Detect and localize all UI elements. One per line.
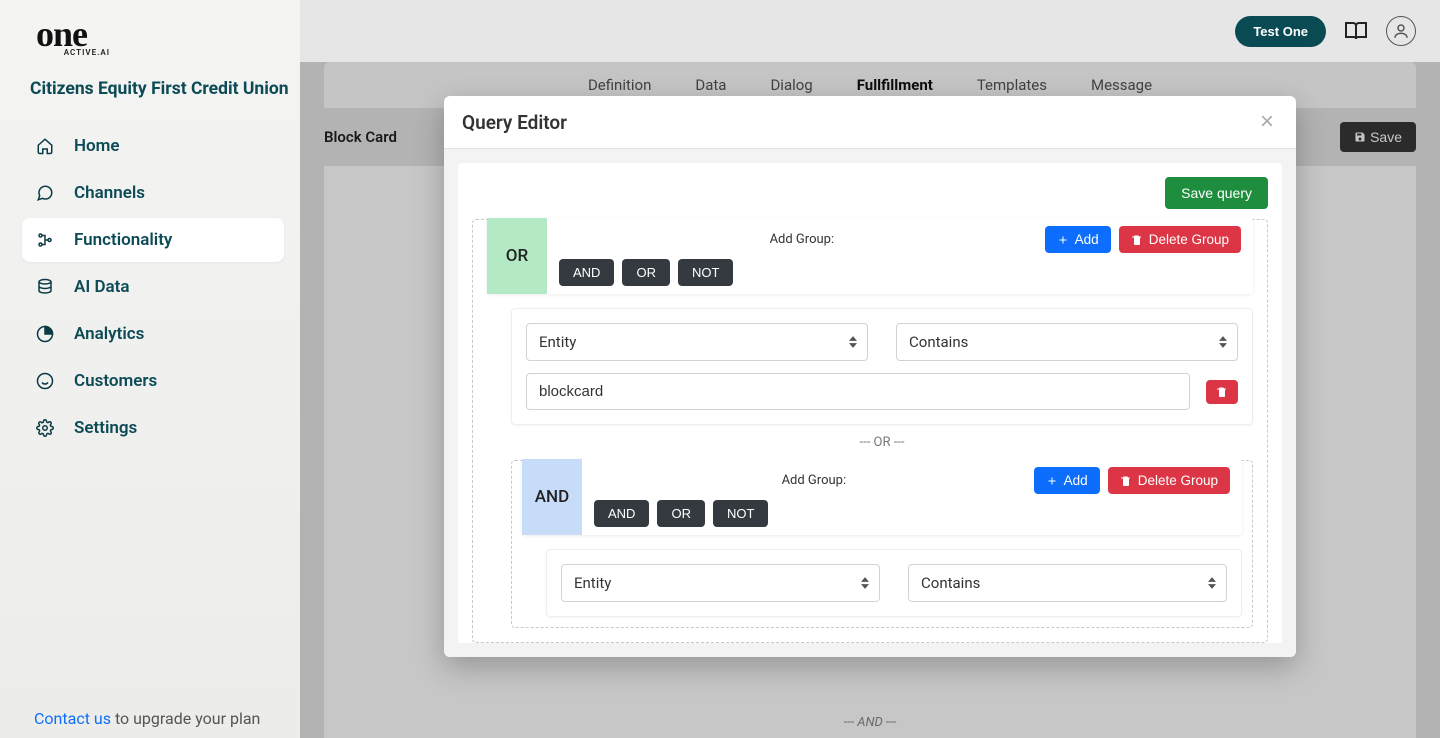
condition-block: Entity Contains <box>511 308 1253 425</box>
nav-analytics[interactable]: Analytics <box>22 312 284 356</box>
or-badge: OR <box>487 218 547 294</box>
operator-select-value: Contains <box>921 574 980 592</box>
sort-icon <box>849 336 857 349</box>
logo-sub: ACTIVE.AI <box>22 48 290 57</box>
avatar[interactable] <box>1386 16 1416 46</box>
sort-icon <box>861 577 869 590</box>
customers-icon <box>36 372 54 390</box>
channels-icon <box>36 184 54 202</box>
trash-icon <box>1216 386 1228 398</box>
operator-select[interactable]: Contains <box>908 564 1227 602</box>
nav-label: Analytics <box>74 324 144 344</box>
nav-settings[interactable]: Settings <box>22 406 284 450</box>
org-name: Citizens Equity First Credit Union <box>30 79 290 99</box>
add-group-label: Add Group: <box>559 232 1045 247</box>
save-query-button[interactable]: Save query <box>1165 177 1268 209</box>
delete-group-button[interactable]: Delete Group <box>1108 467 1230 494</box>
nav-label: Functionality <box>74 230 172 250</box>
close-icon: × <box>1260 108 1274 135</box>
or-separator: --- OR --- <box>511 425 1253 456</box>
nav-label: Customers <box>74 371 157 391</box>
nav: Home Channels Functionality AI Data <box>22 121 290 453</box>
nav-home[interactable]: Home <box>22 124 284 168</box>
logo: one <box>22 18 290 50</box>
and-badge: AND <box>522 459 582 535</box>
sort-icon <box>1219 336 1227 349</box>
functionality-icon <box>36 231 54 249</box>
delete-condition-button[interactable] <box>1206 380 1238 404</box>
book-icon[interactable] <box>1344 19 1368 43</box>
value-input[interactable] <box>526 373 1190 410</box>
plus-icon <box>1046 475 1058 487</box>
add-label: Add <box>1075 232 1099 247</box>
op-and-button[interactable]: AND <box>594 500 649 527</box>
op-or-button[interactable]: OR <box>622 259 670 286</box>
nav-functionality[interactable]: Functionality <box>22 218 284 262</box>
modal-header: Query Editor × <box>444 96 1296 149</box>
add-group-label: Add Group: <box>594 473 1034 488</box>
nav-ai-data[interactable]: AI Data <box>22 265 284 309</box>
field-select[interactable]: Entity <box>561 564 880 602</box>
op-and-button[interactable]: AND <box>559 259 614 286</box>
gear-icon <box>36 419 54 437</box>
nav-label: Home <box>74 136 120 156</box>
modal-close-button[interactable]: × <box>1256 110 1278 134</box>
field-select-value: Entity <box>574 574 611 592</box>
add-condition-button[interactable]: Add <box>1045 226 1111 253</box>
main: Test One Definition Data Dialog Fullfill… <box>300 0 1440 738</box>
add-label: Add <box>1064 473 1088 488</box>
add-condition-button[interactable]: Add <box>1034 467 1100 494</box>
delete-group-label: Delete Group <box>1149 232 1229 247</box>
delete-group-label: Delete Group <box>1138 473 1218 488</box>
operator-select-value: Contains <box>909 333 968 351</box>
delete-group-button[interactable]: Delete Group <box>1119 226 1241 253</box>
sidebar: one ACTIVE.AI Citizens Equity First Cred… <box>0 0 300 738</box>
nav-label: Channels <box>74 183 145 203</box>
modal-body: Save query OR Add Group: <box>444 149 1296 657</box>
group-header-and: AND Add Group: Add <box>522 459 1242 535</box>
home-icon <box>36 137 54 155</box>
test-one-button[interactable]: Test One <box>1235 16 1326 47</box>
nav-customers[interactable]: Customers <box>22 359 284 403</box>
query-canvas: Save query OR Add Group: <box>458 163 1282 643</box>
group-header-or: OR Add Group: Add <box>487 218 1253 294</box>
nav-label: AI Data <box>74 277 130 297</box>
op-or-button[interactable]: OR <box>657 500 705 527</box>
topbar: Test One <box>300 0 1440 62</box>
nav-label: Settings <box>74 418 137 438</box>
trash-icon <box>1120 475 1132 487</box>
modal-title: Query Editor <box>462 111 1256 134</box>
database-icon <box>36 278 54 296</box>
op-not-button[interactable]: NOT <box>678 259 733 286</box>
operator-select[interactable]: Contains <box>896 323 1238 361</box>
nav-channels[interactable]: Channels <box>22 171 284 215</box>
field-select-value: Entity <box>539 333 576 351</box>
query-editor-modal: Query Editor × Save query OR <box>444 96 1296 657</box>
condition-block: Entity Contains <box>546 549 1242 617</box>
upgrade-text: Contact us to upgrade your plan <box>22 699 290 728</box>
query-group-and: AND Add Group: Add <box>511 460 1253 628</box>
query-group-or: OR Add Group: Add <box>472 219 1268 643</box>
sort-icon <box>1208 577 1216 590</box>
trash-icon <box>1131 234 1143 246</box>
plus-icon <box>1057 234 1069 246</box>
upgrade-rest: to upgrade your plan <box>111 709 260 728</box>
analytics-icon <box>36 325 54 343</box>
contact-link[interactable]: Contact us <box>34 709 111 728</box>
field-select[interactable]: Entity <box>526 323 868 361</box>
op-not-button[interactable]: NOT <box>713 500 768 527</box>
